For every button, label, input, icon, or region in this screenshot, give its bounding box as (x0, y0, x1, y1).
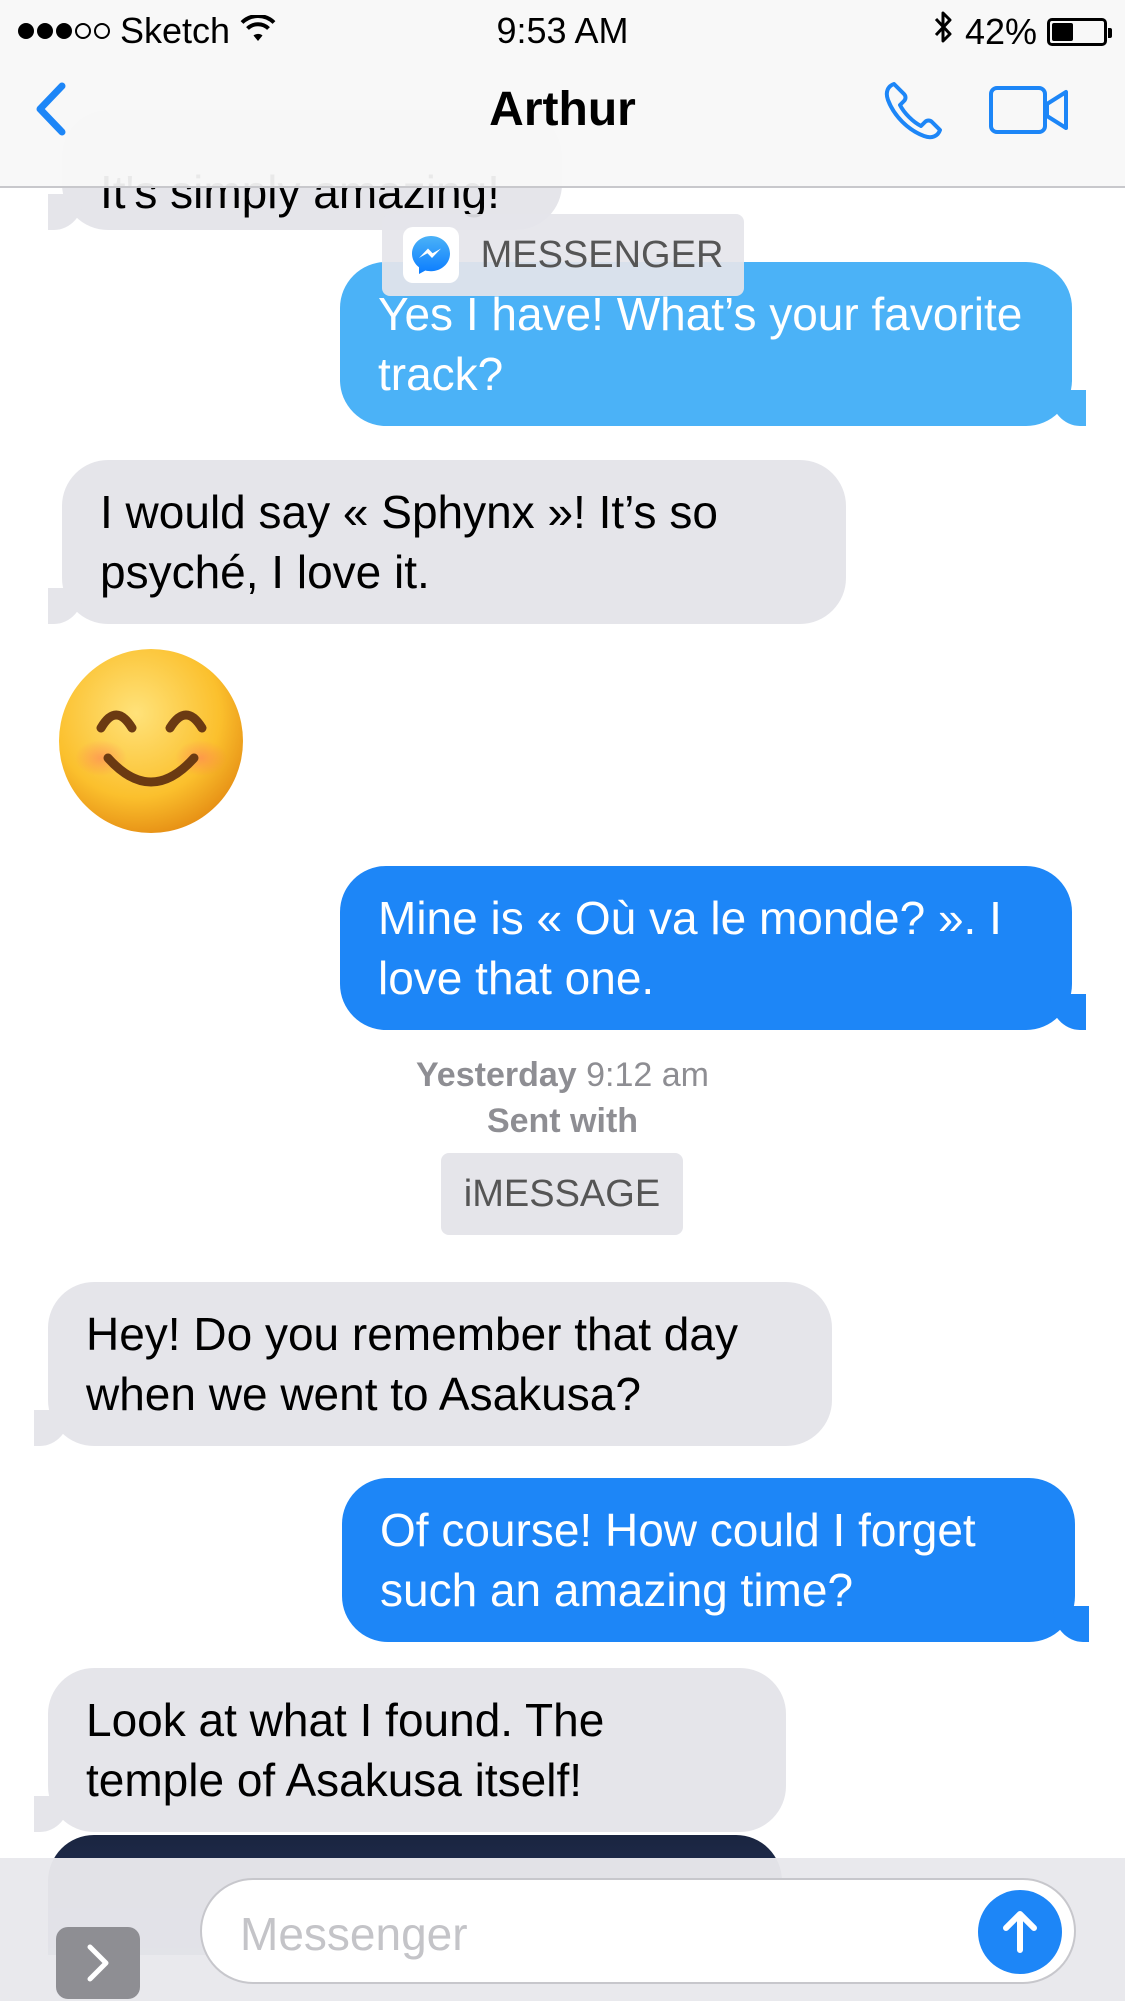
timestamp-divider: Yesterday 9:12 am (0, 1056, 1125, 1095)
apps-drawer-button[interactable] (56, 1927, 140, 1999)
battery-icon (1047, 17, 1112, 46)
messenger-logo-icon (402, 227, 459, 283)
messenger-service-label: MESSENGER (382, 214, 744, 296)
imessage-label: iMESSAGE (463, 1172, 661, 1215)
sent-with-label: Sent with (486, 1102, 639, 1140)
message-text: Yes I have! What’s your favorite track? (378, 288, 1023, 400)
timestamp-day: Yesterday (416, 1056, 577, 1094)
message-incoming[interactable]: I would say « Sphynx »! It’s so psyché, … (48, 460, 846, 624)
chevron-right-icon (87, 1944, 109, 1982)
message-text: Mine is « Où va le monde? ». I love that… (378, 892, 1002, 1004)
call-button[interactable] (880, 78, 950, 144)
contact-name[interactable]: Arthur (0, 82, 1125, 137)
navigation-header: Sketch 9:53 AM 42% Arthur (0, 0, 1125, 188)
message-input-field[interactable] (200, 1878, 1076, 1984)
message-outgoing[interactable]: Of course! How could I forget such an am… (342, 1478, 1089, 1642)
message-text: Look at what I found. The temple of Asak… (86, 1694, 605, 1806)
message-text: Of course! How could I forget such an am… (380, 1504, 976, 1616)
battery-fill (1052, 22, 1073, 41)
arrow-up-icon (1003, 1911, 1037, 1953)
battery-percentage: 42% (964, 10, 1037, 52)
bluetooth-icon (933, 10, 955, 53)
message-input[interactable] (238, 1898, 962, 1970)
phone-icon (884, 82, 942, 140)
smiling-face-emoji-icon[interactable] (56, 646, 246, 836)
status-right: 42% (933, 10, 1112, 53)
message-incoming[interactable]: Look at what I found. The temple of Asak… (34, 1668, 786, 1832)
imessage-service-label: iMESSAGE (441, 1153, 683, 1235)
message-text: Hey! Do you remember that day when we we… (86, 1308, 738, 1420)
video-camera-icon (989, 86, 1068, 134)
message-incoming[interactable]: Hey! Do you remember that day when we we… (34, 1282, 832, 1446)
status-bar: Sketch 9:53 AM 42% (0, 0, 1125, 60)
video-call-button[interactable] (988, 84, 1070, 136)
message-text: I would say « Sphynx »! It’s so psyché, … (100, 486, 718, 598)
timestamp-time: 9:12 am (586, 1056, 709, 1094)
send-button[interactable] (978, 1890, 1062, 1974)
message-outgoing[interactable]: Mine is « Où va le monde? ». I love that… (340, 866, 1086, 1030)
messenger-label: MESSENGER (480, 233, 724, 276)
